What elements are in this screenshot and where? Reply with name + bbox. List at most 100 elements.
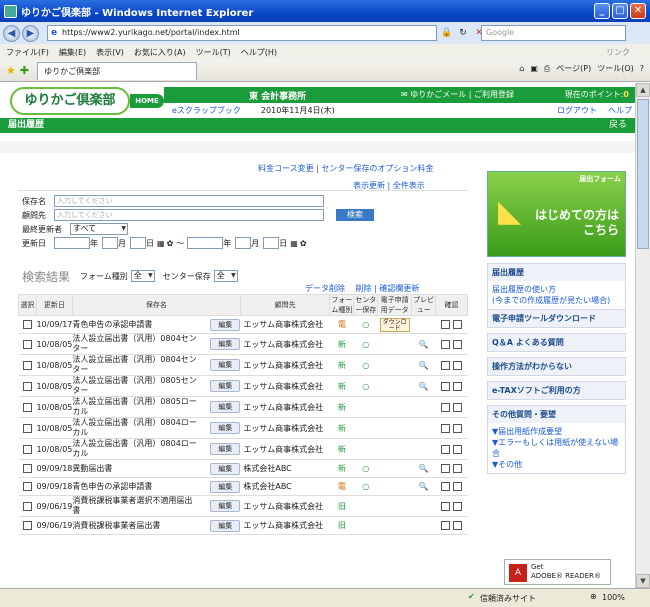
other-links[interactable]: ▼届出用紙作成要望 ▼エラーもしくは用紙が使えない場合 ▼その他: [488, 423, 625, 473]
row-name[interactable]: 青色申告の承認申請書: [72, 320, 198, 330]
confirm1-checkbox[interactable]: [441, 444, 451, 454]
from-year-input[interactable]: [54, 237, 90, 249]
tool-download-link[interactable]: 電子申請ツールダウンロード: [488, 310, 625, 327]
edit-button[interactable]: 編集: [210, 480, 241, 493]
edit-button[interactable]: 編集: [210, 519, 241, 532]
updater-select[interactable]: すべて: [70, 223, 128, 235]
row-select-checkbox[interactable]: [22, 320, 32, 329]
feed-icon[interactable]: ▣: [530, 64, 538, 73]
help-icon[interactable]: ?: [640, 64, 644, 73]
confirm1-checkbox[interactable]: [441, 360, 451, 370]
mail-icon[interactable]: ✉: [401, 90, 408, 99]
refresh-icon[interactable]: ↻: [457, 27, 469, 39]
menu-tools[interactable]: ツール(T): [196, 47, 231, 58]
confirm1-checkbox[interactable]: [441, 464, 451, 473]
clear-icon[interactable]: ✿: [300, 239, 307, 248]
scroll-down-icon[interactable]: ▼: [636, 574, 650, 588]
edit-button[interactable]: 編集: [210, 359, 241, 371]
row-name[interactable]: 法人設立届出書（汎用）0804センター: [72, 355, 198, 375]
name-input[interactable]: 入力してください: [54, 195, 324, 207]
confirm1-checkbox[interactable]: [441, 482, 451, 491]
to-year-input[interactable]: [187, 237, 224, 249]
how-to-link[interactable]: 操作方法がわからない: [488, 358, 625, 375]
confirm1-checkbox[interactable]: [441, 402, 451, 412]
data-delete-link[interactable]: データ削除: [305, 284, 345, 293]
edit-button[interactable]: 編集: [210, 462, 241, 475]
from-day-input[interactable]: [130, 237, 146, 249]
confirm2-checkbox[interactable]: [452, 482, 462, 491]
confirm2-checkbox[interactable]: [452, 320, 462, 329]
menu-favorites[interactable]: お気に入り(A): [134, 47, 186, 58]
row-name[interactable]: 消費税課税事業者選択不適用届出書: [72, 496, 198, 516]
confirm1-checkbox[interactable]: [441, 381, 451, 391]
confirm2-checkbox[interactable]: [452, 423, 462, 433]
faq-link[interactable]: Q＆A よくある質問: [488, 334, 625, 351]
row-name[interactable]: 法人設立届出書（汎用）0804センター: [72, 334, 198, 354]
confirm2-checkbox[interactable]: [452, 381, 462, 391]
edit-button[interactable]: 編集: [210, 401, 241, 413]
page-menu[interactable]: ページ(P): [556, 63, 591, 74]
col-updated[interactable]: 更新日: [35, 294, 73, 316]
etax-link[interactable]: e-TAXソフトご利用の方: [488, 382, 625, 399]
home-icon[interactable]: ⌂: [519, 64, 524, 73]
search-input[interactable]: Google: [481, 25, 626, 41]
calendar-icon[interactable]: ▦: [157, 239, 165, 248]
adobe-reader-badge[interactable]: A Get ADOBE® READER®: [504, 559, 611, 585]
row-select-checkbox[interactable]: [22, 339, 32, 349]
mail-link[interactable]: ゆりかごメール: [410, 90, 466, 99]
row-select-checkbox[interactable]: [22, 444, 32, 454]
preview-magnifier-icon[interactable]: 🔍: [419, 361, 429, 370]
zoom-icon[interactable]: ⊕: [590, 592, 597, 601]
browser-tab[interactable]: ゆりかご倶楽部: [37, 61, 198, 80]
zoom-level[interactable]: 100%: [602, 593, 625, 602]
site-logo[interactable]: ゆりかご倶楽部: [10, 87, 130, 115]
confirm2-checkbox[interactable]: [452, 521, 462, 530]
edit-button[interactable]: 編集: [210, 380, 241, 392]
print-icon[interactable]: ⎙: [544, 64, 550, 74]
menu-view[interactable]: 表示(V): [96, 47, 124, 58]
back-link[interactable]: 戻る: [609, 118, 627, 133]
register-link[interactable]: ご利用登録: [474, 90, 514, 99]
lock-icon[interactable]: 🔒: [441, 27, 453, 39]
row-name[interactable]: 異動届出書: [72, 464, 198, 474]
vertical-scrollbar[interactable]: ▲ ▼: [635, 83, 650, 588]
confirm2-checkbox[interactable]: [452, 444, 462, 454]
row-name[interactable]: 法人設立届出書（汎用）0805センター: [72, 376, 198, 396]
row-select-checkbox[interactable]: [22, 501, 32, 511]
confirm2-checkbox[interactable]: [452, 501, 462, 511]
edit-button[interactable]: 編集: [210, 338, 241, 350]
scrapbook-link[interactable]: eスクラップブック: [172, 105, 241, 116]
menu-help[interactable]: ヘルプ(H): [241, 47, 277, 58]
row-select-checkbox[interactable]: [22, 402, 32, 412]
option-fee-link[interactable]: センター保存のオプション料金: [321, 164, 433, 173]
edit-button[interactable]: 編集: [210, 500, 241, 512]
row-name[interactable]: 消費税課税事業者届出書: [72, 521, 198, 531]
scroll-thumb[interactable]: [637, 99, 649, 249]
url-field[interactable]: https://www2.yurikago.net/portal/index.h…: [47, 25, 437, 41]
edit-button[interactable]: 編集: [210, 318, 241, 331]
menu-edit[interactable]: 編集(E): [59, 47, 86, 58]
help-link[interactable]: ヘルプ: [608, 105, 632, 116]
refresh-link[interactable]: 表示更新: [353, 181, 385, 190]
home-button[interactable]: HOME: [130, 94, 164, 108]
row-select-checkbox[interactable]: [22, 360, 32, 370]
row-select-checkbox[interactable]: [22, 464, 32, 473]
menu-file[interactable]: ファイル(F): [6, 47, 49, 58]
logout-link[interactable]: ログアウト: [557, 105, 597, 116]
confirm1-checkbox[interactable]: [441, 320, 451, 329]
row-select-checkbox[interactable]: [22, 482, 32, 491]
preview-magnifier-icon[interactable]: 🔍: [419, 482, 429, 491]
calendar-icon[interactable]: ▦: [290, 239, 298, 248]
to-month-input[interactable]: [235, 237, 252, 249]
scroll-up-icon[interactable]: ▲: [636, 83, 650, 97]
row-name[interactable]: 法人設立届出書（汎用）0804ローカル: [72, 439, 198, 459]
confirm2-checkbox[interactable]: [452, 339, 462, 349]
favorites-star-icon[interactable]: ★: [6, 64, 16, 77]
row-select-checkbox[interactable]: [22, 381, 32, 391]
confirm1-checkbox[interactable]: [441, 521, 451, 530]
row-select-checkbox[interactable]: [22, 521, 32, 530]
close-button[interactable]: ✕: [630, 3, 646, 19]
edit-button[interactable]: 編集: [210, 443, 241, 455]
history-help-link[interactable]: 届出履歴の使い方 (今までの作成履歴が見たい場合): [488, 281, 625, 309]
edit-button[interactable]: 編集: [210, 422, 241, 434]
